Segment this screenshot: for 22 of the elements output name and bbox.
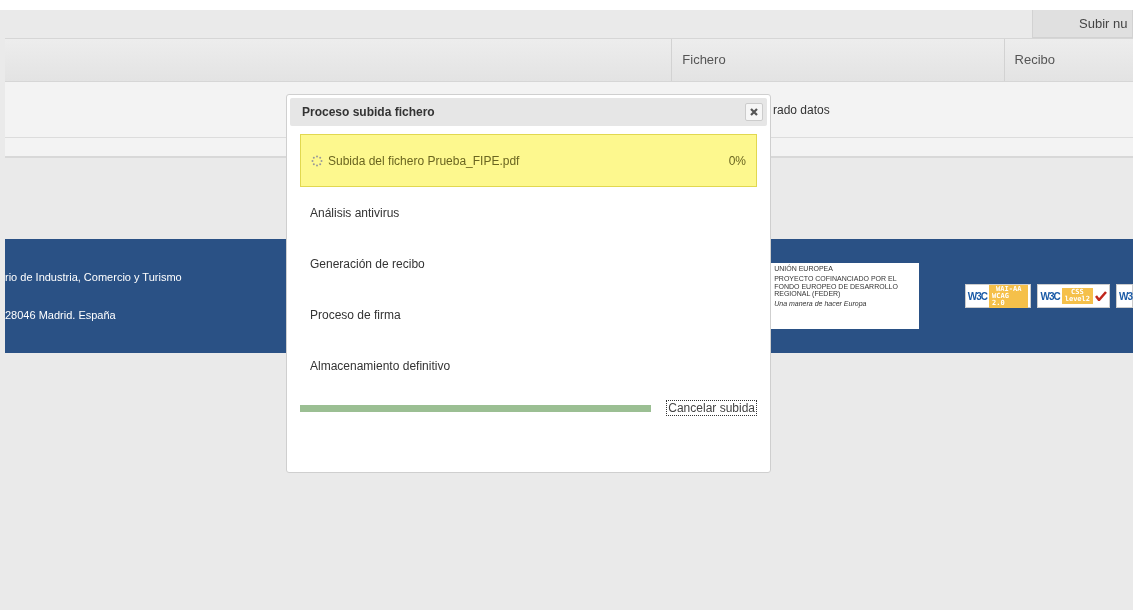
column-header: Fichero xyxy=(671,39,1004,81)
badge-logo-text: W3C xyxy=(967,289,987,304)
dialog-title: Proceso subida fichero xyxy=(302,104,435,121)
step-label: Subida del fichero Prueba_FIPE.pdf xyxy=(328,152,521,170)
step-label: Análisis antivirus xyxy=(310,204,401,222)
spinner-icon xyxy=(311,154,323,167)
cancel-button[interactable]: Cancelar subida xyxy=(666,400,757,416)
w3c-badge[interactable]: W3 xyxy=(1116,284,1133,308)
step-label: Generación de recibo xyxy=(310,255,426,273)
check-icon xyxy=(1095,291,1107,301)
footer-text: rio de Industria, Comercio y Turismo xyxy=(5,269,182,285)
upload-button[interactable]: Subir nu xyxy=(1032,10,1133,38)
close-button[interactable] xyxy=(745,103,763,121)
step-label: Almacenamiento definitivo xyxy=(310,357,452,375)
step-label: Proceso de firma xyxy=(310,306,402,324)
column-header: Recibo xyxy=(1003,39,1133,81)
badge-logo-text: W3C xyxy=(1040,289,1060,304)
footer-text: 28046 Madrid. España xyxy=(5,308,116,323)
badge-logo-text: W3 xyxy=(1119,289,1132,304)
close-icon xyxy=(749,107,759,117)
empty-message: rado datos xyxy=(773,101,830,119)
percent-text: 0% xyxy=(728,152,746,170)
